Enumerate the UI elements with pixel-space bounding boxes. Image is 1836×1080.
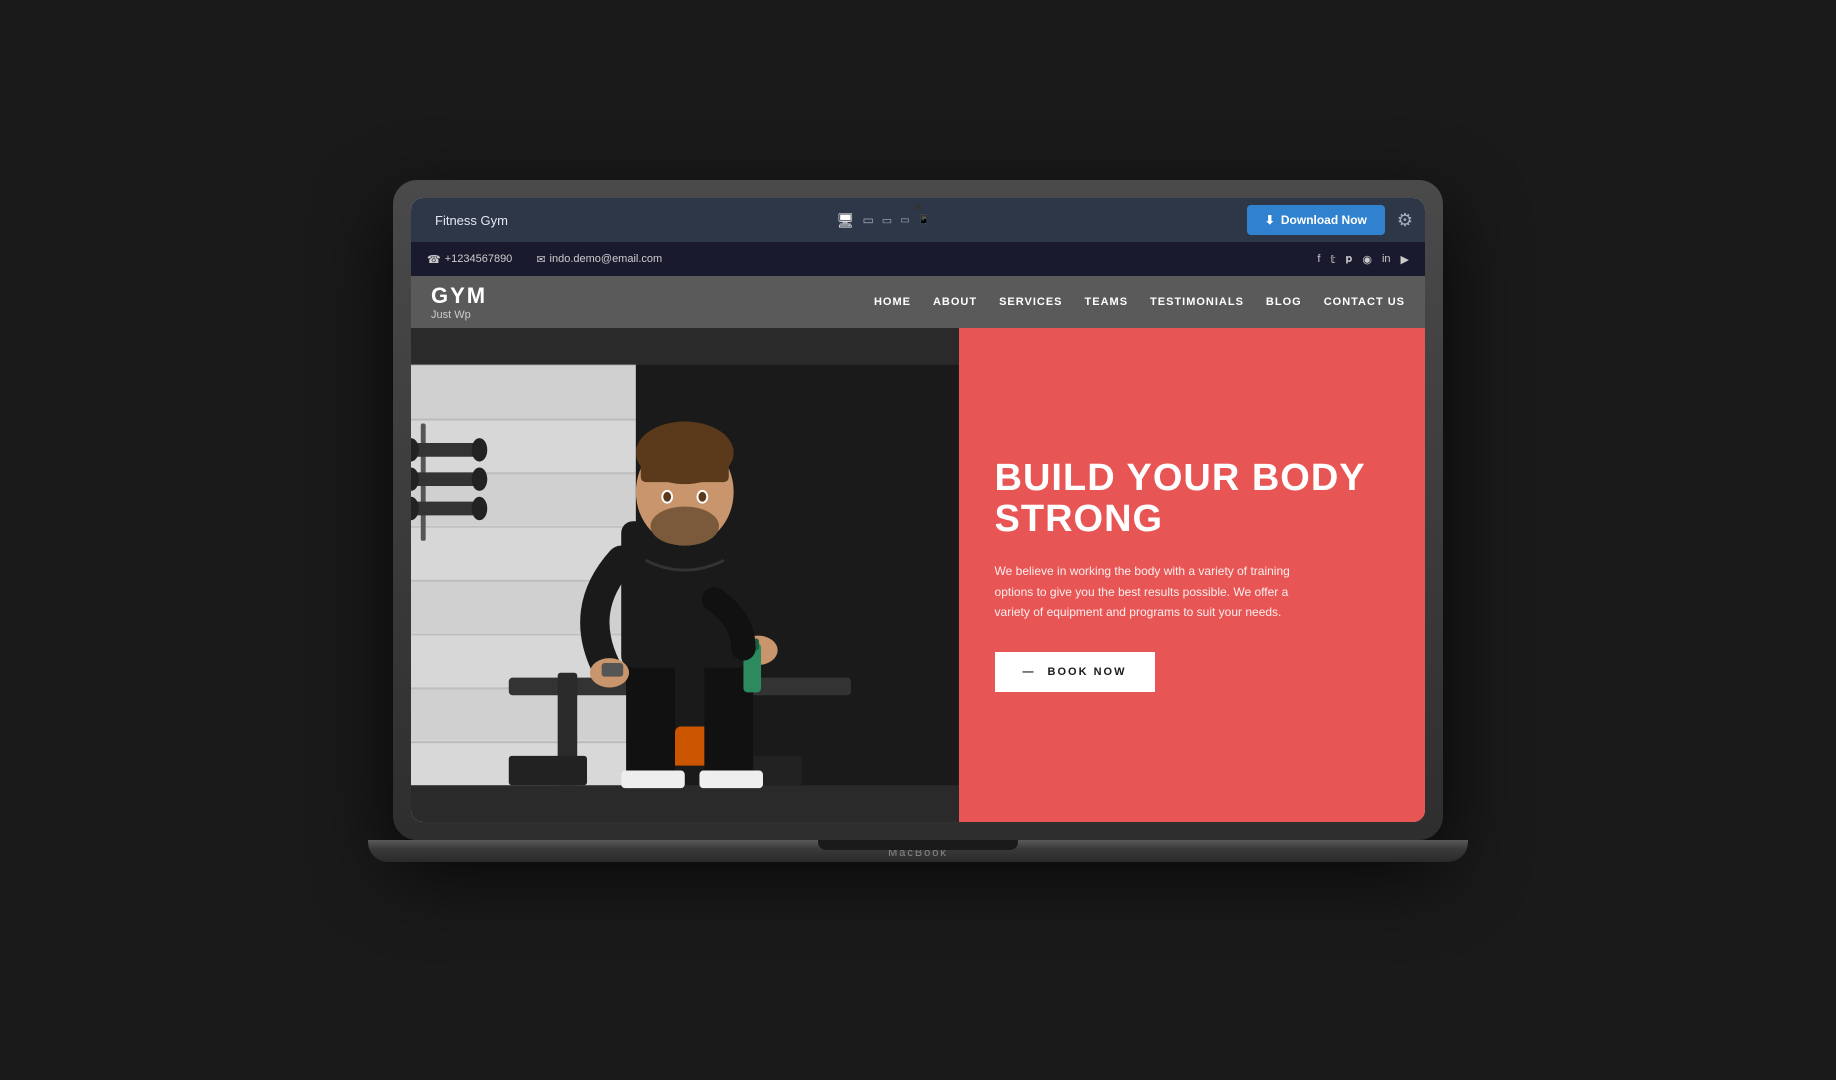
social-icons: f 𝕥 𝐩 ◉ in ▶ [1317,253,1409,266]
site-name: Fitness Gym [423,213,520,228]
phone-icon: ☎ [427,253,441,266]
desktop-icon[interactable]: 🖥 [837,212,855,229]
hero-content: BUILD YOUR BODY STRONG We believe in wor… [959,328,1425,822]
nav-blog[interactable]: BLOG [1266,296,1302,308]
pinterest-icon[interactable]: 𝐩 [1346,253,1353,266]
hero-title-line1: BUILD YOUR BODY [995,457,1366,499]
twitter-icon[interactable]: 𝕥 [1330,253,1335,266]
monitor-icon[interactable]: ▭ [862,213,873,227]
email-contact: ✉ indo.demo@email.com [536,253,662,266]
youtube-icon[interactable]: ▶ [1401,253,1409,266]
device-switcher: 🖥 ▭ ▭ ▭ 📱 [532,212,1235,229]
macbook-base: MacBook [368,840,1468,862]
download-icon: ⬇ [1265,213,1275,227]
hero-title: BUILD YOUR BODY STRONG [995,458,1389,542]
hero-image [411,328,959,822]
linkedin-icon[interactable]: in [1382,253,1391,265]
email-address: indo.demo@email.com [550,253,663,265]
instagram-icon[interactable]: ◉ [1362,253,1372,266]
gym-illustration [411,328,959,822]
hero-section: BUILD YOUR BODY STRONG We believe in wor… [411,328,1425,822]
nav-contact[interactable]: CONTACT US [1324,296,1405,308]
facebook-icon[interactable]: f [1317,253,1320,265]
settings-icon[interactable]: ⚙ [1397,210,1413,231]
logo-text: GYM [431,283,651,309]
site-header: GYM Just Wp HOME ABOUT SERVICES TEAMS TE… [411,276,1425,328]
logo-tagline: Just Wp [431,309,651,321]
download-label: Download Now [1281,213,1367,227]
camera-dot [915,204,921,210]
nav-services[interactable]: SERVICES [999,296,1062,308]
download-button[interactable]: ⬇ Download Now [1247,205,1385,235]
screen-content: Fitness Gym 🖥 ▭ ▭ ▭ 📱 ⬇ Download Now ⚙ [411,198,1425,822]
hero-title-line2: STRONG [995,498,1164,540]
nav-about[interactable]: ABOUT [933,296,977,308]
logo-area: GYM Just Wp [431,283,651,321]
book-btn-arrow: — [1023,666,1036,678]
phone-icon[interactable]: 📱 [918,215,930,226]
nav-teams[interactable]: TEAMS [1085,296,1129,308]
nav-home[interactable]: HOME [874,296,911,308]
phone-contact: ☎ +1234567890 [427,253,512,266]
tablet-sm-icon[interactable]: ▭ [900,215,909,226]
book-now-button[interactable]: — BOOK NOW [995,652,1155,692]
contact-info: ☎ +1234567890 ✉ indo.demo@email.com [427,253,662,266]
nav-testimonials[interactable]: TESTIMONIALS [1150,296,1244,308]
tablet-icon[interactable]: ▭ [882,214,892,227]
contact-bar: ☎ +1234567890 ✉ indo.demo@email.com f 𝕥 … [411,242,1425,276]
scene: Fitness Gym 🖥 ▭ ▭ ▭ 📱 ⬇ Download Now ⚙ [368,180,1468,900]
macbook-brand: MacBook [888,847,948,859]
hero-description: We believe in working the body with a va… [995,561,1315,622]
screen-bezel: Fitness Gym 🖥 ▭ ▭ ▭ 📱 ⬇ Download Now ⚙ [411,198,1425,822]
book-btn-label: BOOK NOW [1048,666,1127,678]
main-nav: HOME ABOUT SERVICES TEAMS TESTIMONIALS B… [651,296,1405,308]
macbook-frame: Fitness Gym 🖥 ▭ ▭ ▭ 📱 ⬇ Download Now ⚙ [393,180,1443,840]
email-icon: ✉ [536,253,545,266]
phone-number: +1234567890 [445,253,513,265]
